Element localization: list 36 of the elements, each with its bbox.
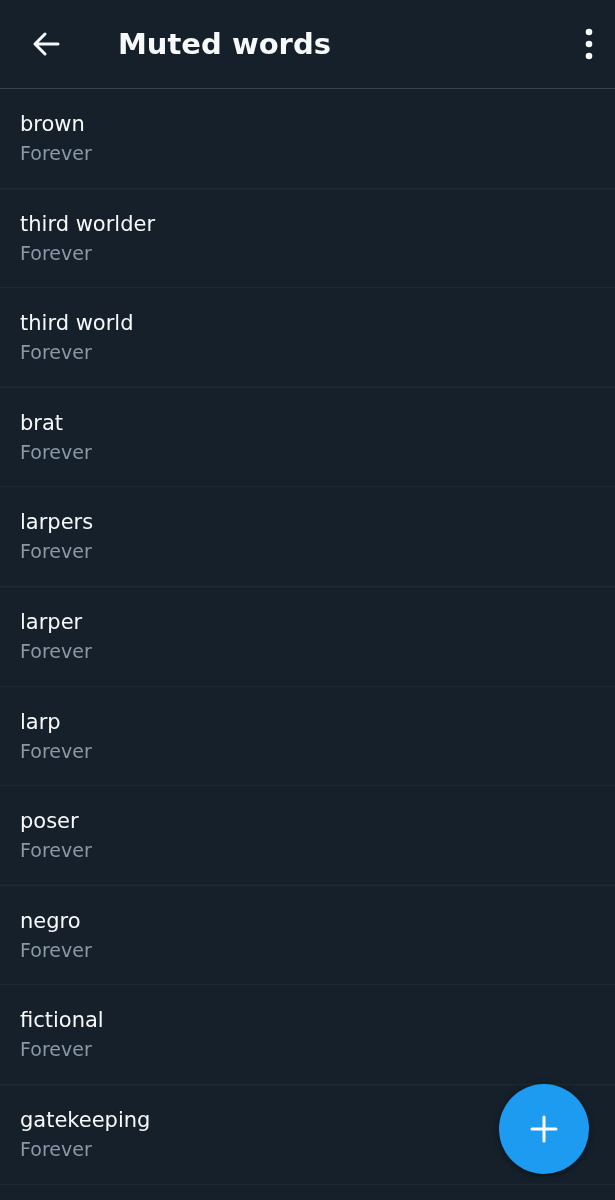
muted-word: fictional	[20, 1007, 104, 1034]
mute-duration: Forever	[20, 439, 92, 464]
muted-word-row[interactable]: larp Forever	[0, 686, 615, 787]
mute-duration: Forever	[20, 1037, 92, 1062]
muted-word-row[interactable]: third worlder Forever	[0, 188, 615, 289]
muted-word: poser	[20, 808, 79, 835]
muted-word-row[interactable]: poser Forever	[0, 786, 615, 886]
muted-word: negro	[20, 907, 81, 934]
muted-word-row[interactable]: third world Forever	[0, 288, 615, 388]
mute-duration: Forever	[20, 638, 92, 663]
muted-word: larper	[20, 608, 83, 635]
mute-duration: Forever	[20, 937, 92, 962]
mute-duration: Forever	[20, 340, 92, 365]
muted-word: brown	[20, 111, 85, 137]
mute-duration: Forever	[20, 141, 92, 165]
muted-word-row[interactable]: fictional Forever	[0, 985, 615, 1085]
plus-icon	[530, 1115, 558, 1143]
more-options-icon	[585, 28, 593, 60]
mute-duration: Forever	[20, 240, 92, 265]
muted-word: third world	[20, 310, 134, 337]
muted-word: third worlder	[20, 210, 156, 237]
muted-word-row[interactable]: larper Forever	[0, 586, 615, 687]
mute-duration: Forever	[20, 539, 92, 564]
muted-word: gatekeeping	[20, 1106, 151, 1133]
mute-duration: Forever	[20, 838, 92, 863]
muted-word-row[interactable]: brown Forever	[0, 89, 615, 189]
muted-word: brat	[20, 409, 64, 436]
muted-word-row[interactable]: negro Forever	[0, 885, 615, 986]
page-title: Muted words	[118, 27, 332, 61]
back-arrow-icon	[32, 31, 60, 57]
muted-word: larpers	[20, 509, 94, 536]
mute-duration: Forever	[20, 738, 92, 763]
muted-word: larp	[20, 708, 61, 735]
muted-word-row[interactable]: larpers Forever	[0, 487, 615, 587]
muted-word-row[interactable]: brat Forever	[0, 387, 615, 488]
mute-duration: Forever	[20, 1136, 92, 1161]
